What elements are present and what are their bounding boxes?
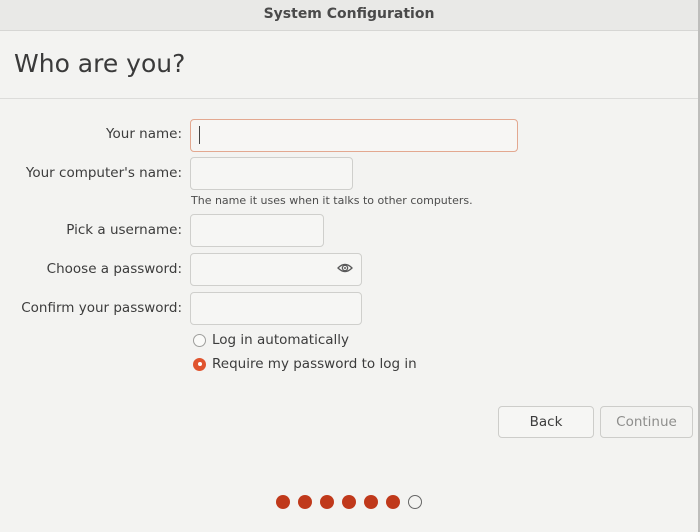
- progress-dot-filled: [386, 495, 400, 509]
- login-automatically-label: Log in automatically: [212, 332, 350, 348]
- header-divider: [0, 98, 698, 99]
- username-input[interactable]: [190, 214, 324, 247]
- require-password-label: Require my password to log in: [212, 356, 417, 372]
- progress-dot-filled: [364, 495, 378, 509]
- login-automatically-option[interactable]: Log in automatically: [193, 332, 349, 348]
- back-button[interactable]: Back: [498, 406, 594, 438]
- computer-name-hint: The name it uses when it talks to other …: [191, 194, 473, 207]
- require-password-option[interactable]: Require my password to log in: [193, 356, 417, 372]
- progress-dot-filled: [342, 495, 356, 509]
- progress-dot-filled: [320, 495, 334, 509]
- username-label: Pick a username:: [66, 222, 182, 238]
- installer-window: System Configuration Who are you? Your n…: [0, 0, 700, 532]
- radio-button-selected[interactable]: [193, 357, 206, 371]
- continue-button[interactable]: Continue: [600, 406, 693, 438]
- confirm-password-input[interactable]: [190, 292, 362, 325]
- confirm-password-label: Confirm your password:: [21, 300, 182, 316]
- progress-dot-filled: [298, 495, 312, 509]
- computer-name-input[interactable]: [190, 157, 353, 190]
- your-name-input[interactable]: [190, 119, 518, 152]
- progress-dot-empty: [408, 495, 422, 509]
- window-title: System Configuration: [0, 0, 698, 31]
- radio-button[interactable]: [193, 333, 206, 347]
- computer-name-label: Your computer's name:: [25, 165, 182, 181]
- page-heading: Who are you?: [14, 49, 186, 78]
- your-name-label: Your name:: [106, 126, 182, 142]
- progress-dot-filled: [276, 495, 290, 509]
- password-label: Choose a password:: [46, 261, 182, 277]
- text-caret: [199, 126, 200, 144]
- progress-indicator: [276, 495, 430, 509]
- eye-icon[interactable]: [337, 261, 353, 275]
